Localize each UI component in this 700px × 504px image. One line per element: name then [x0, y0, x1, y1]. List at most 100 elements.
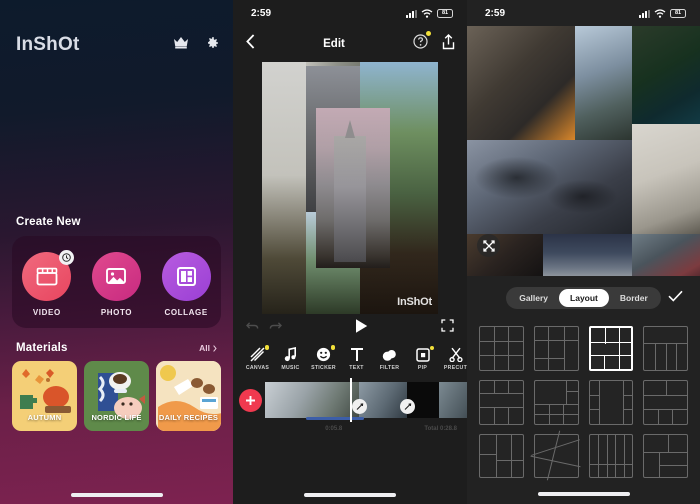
audio-track[interactable] — [306, 417, 364, 420]
tool-label: PIP — [417, 364, 428, 371]
status-time: 2:59 — [485, 7, 506, 19]
battery-icon: 81 — [437, 9, 453, 18]
transition-icon[interactable] — [400, 399, 415, 414]
help-circle-icon[interactable] — [413, 34, 428, 54]
material-card[interactable]: AUTUMN — [12, 361, 77, 431]
crown-icon[interactable] — [173, 36, 189, 54]
current-time: 0:05.8 — [325, 426, 343, 432]
layout-option[interactable] — [533, 326, 579, 371]
status-bar: 2:59 81 — [233, 0, 467, 26]
create-video-label: VIDEO — [32, 307, 61, 317]
tool-label: PRECUT — [443, 365, 467, 371]
image-icon — [106, 268, 127, 284]
tool-music[interactable]: MUSIC — [274, 347, 307, 371]
check-icon[interactable] — [668, 289, 683, 307]
status-indicators: 81 — [406, 8, 453, 18]
status-time: 2:59 — [251, 7, 272, 19]
preview-building — [334, 136, 366, 262]
tool-label: FILTER — [379, 365, 400, 371]
redo-icon[interactable] — [269, 319, 282, 337]
battery-level: 81 — [441, 10, 449, 17]
layout-option-selected[interactable] — [588, 326, 634, 371]
video-circle — [22, 249, 75, 301]
tab-border[interactable]: Border — [609, 289, 659, 307]
layout-option[interactable] — [588, 433, 634, 479]
undo-icon[interactable] — [246, 319, 259, 337]
shuffle-icon[interactable] — [477, 234, 500, 257]
materials-header: Materials All — [0, 342, 233, 354]
text-t-icon — [350, 348, 363, 361]
tool-filter[interactable]: FILTER — [373, 347, 406, 371]
panel-video-editor: 2:59 81 Edit InShOt CANVAS MUSIC STICKER… — [233, 0, 467, 504]
transition-icon[interactable] — [352, 399, 367, 414]
tool-text[interactable]: TEXT — [340, 347, 373, 371]
gear-icon[interactable] — [205, 36, 219, 55]
collage-cell[interactable] — [467, 140, 632, 234]
collage-cell[interactable] — [575, 26, 632, 140]
tab-gallery[interactable]: Gallery — [508, 289, 559, 307]
material-card[interactable]: NORDIC LIFE — [84, 361, 149, 431]
timeline-clip[interactable] — [265, 382, 367, 418]
panel-collage-layout: 2:59 81 Gallery Layout Border — [467, 0, 700, 504]
play-button[interactable] — [354, 318, 369, 339]
battery-icon: 81 — [670, 9, 686, 18]
collage-cell[interactable] — [632, 124, 700, 234]
video-preview[interactable]: InShOt — [233, 62, 467, 314]
material-name: NORDIC LIFE — [91, 413, 142, 422]
battery-level: 81 — [674, 10, 682, 17]
create-collage-button[interactable]: COLLAGE — [161, 251, 211, 317]
timeline[interactable] — [233, 378, 467, 422]
collage-cell[interactable] — [467, 26, 575, 140]
add-clip-button[interactable] — [239, 388, 262, 412]
tool-label: CANVAS — [245, 365, 270, 371]
collage-grid-icon — [176, 266, 196, 286]
collage-canvas[interactable] — [467, 26, 700, 276]
collage-tabs: Gallery Layout Border — [467, 276, 700, 320]
tool-pip[interactable]: PIP — [406, 345, 439, 371]
screenshot-root: InShOt Create New VIDEO PHOTO COLLAGE Ma… — [0, 0, 700, 504]
collage-cell[interactable] — [543, 234, 632, 276]
layout-option[interactable] — [479, 379, 524, 425]
create-photo-button[interactable]: PHOTO — [91, 251, 141, 317]
collage-cell[interactable] — [632, 26, 700, 124]
tab-layout[interactable]: Layout — [559, 289, 609, 307]
layout-option[interactable] — [643, 433, 688, 479]
status-indicators: 81 — [639, 8, 686, 18]
layout-option[interactable] — [479, 433, 524, 479]
layout-option[interactable] — [530, 430, 582, 481]
layout-option[interactable] — [479, 326, 524, 371]
tool-precut[interactable]: PRECUT — [439, 347, 467, 371]
tool-canvas[interactable]: CANVAS — [241, 345, 274, 371]
layout-option[interactable] — [588, 379, 634, 425]
layout-option[interactable] — [533, 379, 579, 425]
canvas-icon — [250, 347, 265, 362]
material-name: AUTUMN — [27, 413, 62, 422]
tool-label: STICKER — [311, 365, 336, 371]
materials-all-link[interactable]: All — [199, 343, 217, 353]
layout-option[interactable] — [643, 379, 688, 425]
new-badge-dot — [429, 345, 434, 350]
share-icon[interactable] — [442, 33, 455, 55]
scissors-icon — [448, 347, 463, 362]
home-top-actions — [173, 36, 219, 55]
layout-option[interactable] — [643, 326, 688, 371]
fullscreen-icon[interactable] — [441, 319, 454, 337]
create-collage-label: COLLAGE — [164, 307, 208, 317]
tool-sticker[interactable]: STICKER — [307, 345, 340, 371]
wifi-icon — [654, 8, 666, 18]
status-bar: 2:59 81 — [467, 0, 700, 26]
material-card[interactable]: DAILY RECIPES — [156, 361, 221, 431]
collage-cell[interactable] — [632, 234, 700, 276]
panel-home-screen: InShOt Create New VIDEO PHOTO COLLAGE Ma… — [0, 0, 233, 504]
editor-toolbar: CANVAS MUSIC STICKER TEXT FILTER PIP PRE… — [233, 342, 467, 376]
new-badge-dot — [264, 345, 269, 350]
filter-drop-icon — [382, 350, 396, 361]
playhead[interactable] — [350, 378, 352, 422]
clip-strip[interactable] — [265, 382, 467, 418]
playback-controls — [233, 314, 467, 342]
timeline-clip[interactable] — [439, 382, 467, 418]
timeline-clip[interactable] — [359, 382, 415, 418]
create-video-button[interactable]: VIDEO — [22, 249, 75, 317]
materials-all-label: All — [199, 343, 210, 353]
back-button[interactable] — [246, 34, 255, 54]
